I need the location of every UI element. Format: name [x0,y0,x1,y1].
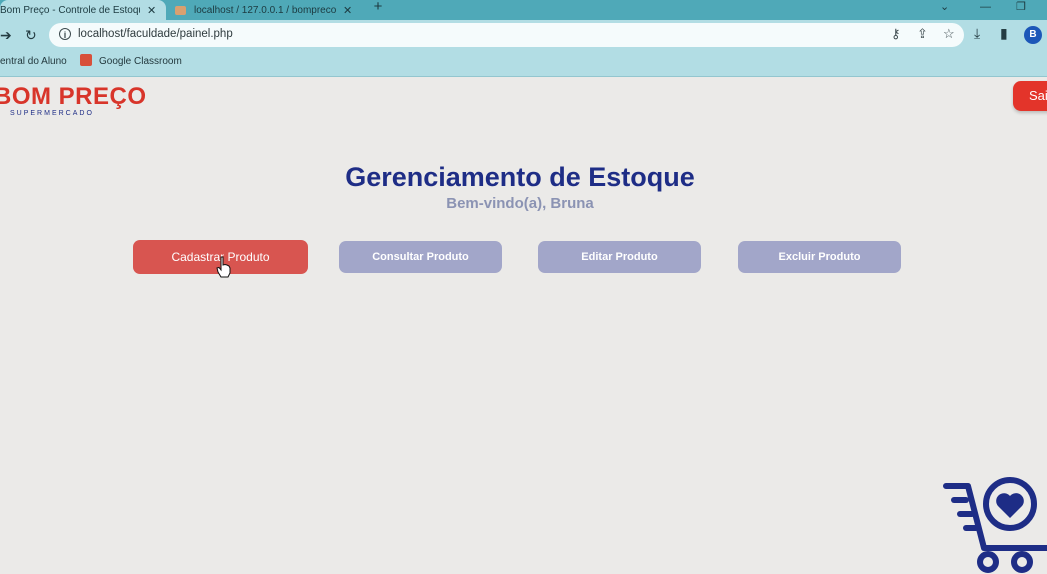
tab-close-icon[interactable]: ✕ [147,4,156,17]
url-text[interactable]: localhost/faculdade/painel.php [78,28,233,40]
reload-icon[interactable]: ↻ [25,25,37,45]
shopping-cart-heart-icon [943,477,1047,573]
logo-sub: SUPERMERCADO [10,110,94,117]
sidebar-icon[interactable]: ▮ [1000,25,1008,42]
tab-title: Bom Preço - Controle de Estoque [0,4,140,16]
hand-cursor-icon [216,256,231,278]
minimize-icon[interactable]: — [980,2,991,13]
edit-product-button[interactable]: Editar Produto [538,241,701,273]
welcome-text: Bem-vindo(a), Bruna [446,195,594,212]
tab-phpmyadmin[interactable]: localhost / 127.0.0.1 / bompreco ✕ [170,0,360,20]
download-icon[interactable]: ⤓ [974,25,980,42]
classroom-icon [80,54,92,66]
tab-favicon-icon [175,5,186,15]
logo: BOM PREÇO SUPERMERCADO [0,84,147,118]
logout-button[interactable]: Sair [1013,81,1047,111]
tab-search-chevron-icon[interactable]: ⌄ [940,2,949,13]
key-icon[interactable]: ⚷ [891,26,901,42]
delete-product-button[interactable]: Excluir Produto [738,241,901,273]
tab-bom-preco[interactable]: Bom Preço - Controle de Estoque ✕ [0,0,166,20]
share-icon[interactable]: ⇪ [917,26,928,42]
address-bar[interactable]: i localhost/faculdade/painel.php ⚷ ⇪ ☆ [49,23,964,47]
bookmark-google-classroom[interactable]: Google Classroom [99,56,182,67]
page-title: Gerenciamento de Estoque [345,162,695,192]
new-tab-button[interactable]: + [370,0,386,18]
tab-close-icon[interactable]: ✕ [343,4,352,17]
logo-main: BOM PREÇO [0,83,147,110]
consult-product-button[interactable]: Consultar Produto [339,241,502,273]
tab-title: localhost / 127.0.0.1 / bompreco [194,4,337,16]
profile-avatar[interactable]: B [1024,26,1042,44]
info-icon[interactable]: i [59,28,71,40]
restore-icon[interactable]: ❐ [1016,2,1026,13]
star-icon[interactable]: ☆ [943,26,955,42]
bookmark-central-do-aluno[interactable]: entral do Aluno [0,56,67,67]
back-arrow-icon[interactable]: ➔ [0,25,12,45]
